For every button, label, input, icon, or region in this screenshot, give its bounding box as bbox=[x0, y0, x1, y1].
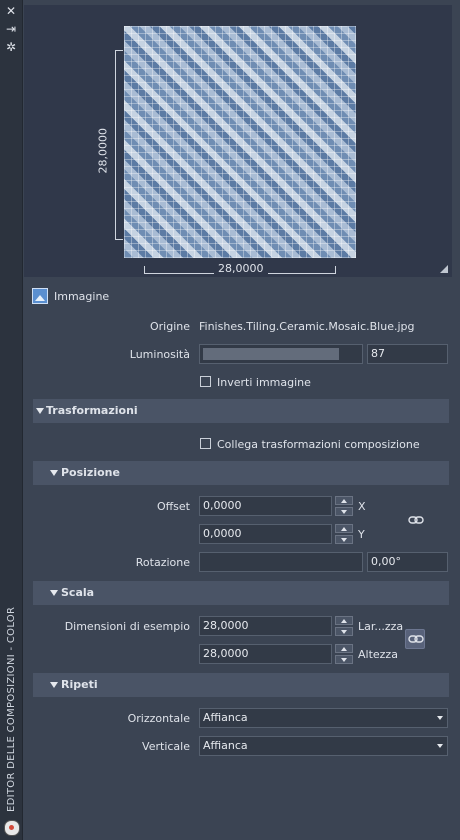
decrement-icon[interactable] bbox=[335, 535, 353, 544]
app-icon[interactable] bbox=[4, 820, 20, 836]
decrement-icon[interactable] bbox=[335, 627, 353, 636]
invert-image-checkbox[interactable] bbox=[200, 376, 211, 387]
link-transforms-checkbox[interactable] bbox=[200, 438, 211, 449]
width-dimension-label: 28,0000 bbox=[214, 262, 268, 275]
transformations-title: Trasformazioni bbox=[46, 404, 138, 417]
position-title: Posizione bbox=[61, 466, 120, 479]
offset-y-input[interactable]: 0,0000 bbox=[199, 524, 332, 544]
close-icon[interactable]: ✕ bbox=[4, 4, 18, 18]
horizontal-repeat-value: Affianca bbox=[203, 711, 248, 724]
origin-label: Origine bbox=[149, 320, 190, 333]
repeat-title: Ripeti bbox=[61, 678, 98, 691]
lock-aspect-button[interactable] bbox=[405, 629, 425, 649]
brightness-slider[interactable] bbox=[199, 344, 363, 364]
collapse-triangle-icon bbox=[36, 408, 44, 414]
increment-icon[interactable] bbox=[335, 616, 353, 625]
height-dimension-line bbox=[115, 50, 123, 240]
panel-title: EDITOR DELLE COMPOSIZIONI - COLOR bbox=[6, 606, 17, 812]
texture-image bbox=[124, 26, 356, 258]
sample-width-input[interactable]: 28,0000 bbox=[199, 616, 332, 636]
section-position[interactable]: Posizione bbox=[33, 461, 449, 485]
collapse-triangle-icon bbox=[50, 470, 58, 476]
brightness-slider-fill bbox=[203, 348, 339, 360]
scale-title: Scala bbox=[61, 586, 95, 599]
rotation-label: Rotazione bbox=[135, 556, 190, 569]
x-axis-label: X bbox=[358, 500, 366, 513]
increment-icon[interactable] bbox=[335, 524, 353, 533]
sample-size-label: Dimensioni di esempio bbox=[64, 620, 190, 633]
resize-grip-icon[interactable] bbox=[440, 265, 448, 273]
collapse-triangle-icon bbox=[50, 682, 58, 688]
texture-preview: 28,0000 28,0000 bbox=[24, 5, 452, 277]
decrement-icon[interactable] bbox=[335, 655, 353, 664]
side-panel-bar: ✕ ⇥ ✲ EDITOR DELLE COMPOSIZIONI - COLOR bbox=[0, 0, 23, 840]
section-scale[interactable]: Scala bbox=[33, 581, 449, 605]
section-transformations[interactable]: Trasformazioni bbox=[33, 399, 449, 423]
sample-height-stepper[interactable] bbox=[335, 644, 353, 664]
offset-y-stepper[interactable] bbox=[335, 524, 353, 544]
offset-label: Offset bbox=[156, 500, 190, 513]
settings-icon[interactable]: ✲ bbox=[4, 40, 18, 54]
invert-image-label: Inverti immagine bbox=[217, 376, 311, 389]
chevron-down-icon bbox=[437, 716, 443, 720]
offset-x-stepper[interactable] bbox=[335, 496, 353, 516]
decrement-icon[interactable] bbox=[335, 507, 353, 516]
collapse-triangle-icon bbox=[50, 590, 58, 596]
vertical-repeat-select[interactable]: Affianca bbox=[199, 736, 448, 756]
brightness-input[interactable]: 87 bbox=[367, 344, 448, 364]
increment-icon[interactable] bbox=[335, 644, 353, 653]
brightness-label: Luminosità bbox=[129, 348, 190, 361]
sample-width-stepper[interactable] bbox=[335, 616, 353, 636]
height-dimension-label: 28,0000 bbox=[96, 128, 110, 174]
offset-x-input[interactable]: 0,0000 bbox=[199, 496, 332, 516]
link-icon bbox=[408, 635, 424, 643]
y-axis-label: Y bbox=[358, 528, 365, 541]
link-transforms-label: Collega trasformazioni composizione bbox=[217, 438, 420, 451]
height-unit-label: Altezza bbox=[358, 648, 398, 661]
image-section-label: Immagine bbox=[54, 290, 110, 303]
vertical-label: Verticale bbox=[142, 740, 190, 753]
rotation-input[interactable]: 0,00° bbox=[367, 552, 448, 572]
horizontal-repeat-select[interactable]: Affianca bbox=[199, 708, 448, 728]
link-icon[interactable] bbox=[408, 515, 424, 525]
pin-icon[interactable]: ⇥ bbox=[4, 22, 18, 36]
image-icon bbox=[32, 288, 48, 304]
sample-height-input[interactable]: 28,0000 bbox=[199, 644, 332, 664]
horizontal-label: Orizzontale bbox=[127, 712, 190, 725]
origin-value[interactable]: Finishes.Tiling.Ceramic.Mosaic.Blue.jpg bbox=[199, 320, 415, 333]
section-repeat[interactable]: Ripeti bbox=[33, 673, 449, 697]
vertical-repeat-value: Affianca bbox=[203, 739, 248, 752]
chevron-down-icon bbox=[437, 744, 443, 748]
width-unit-label: Lar...zza bbox=[358, 620, 404, 633]
rotation-slider[interactable] bbox=[199, 552, 363, 572]
increment-icon[interactable] bbox=[335, 496, 353, 505]
